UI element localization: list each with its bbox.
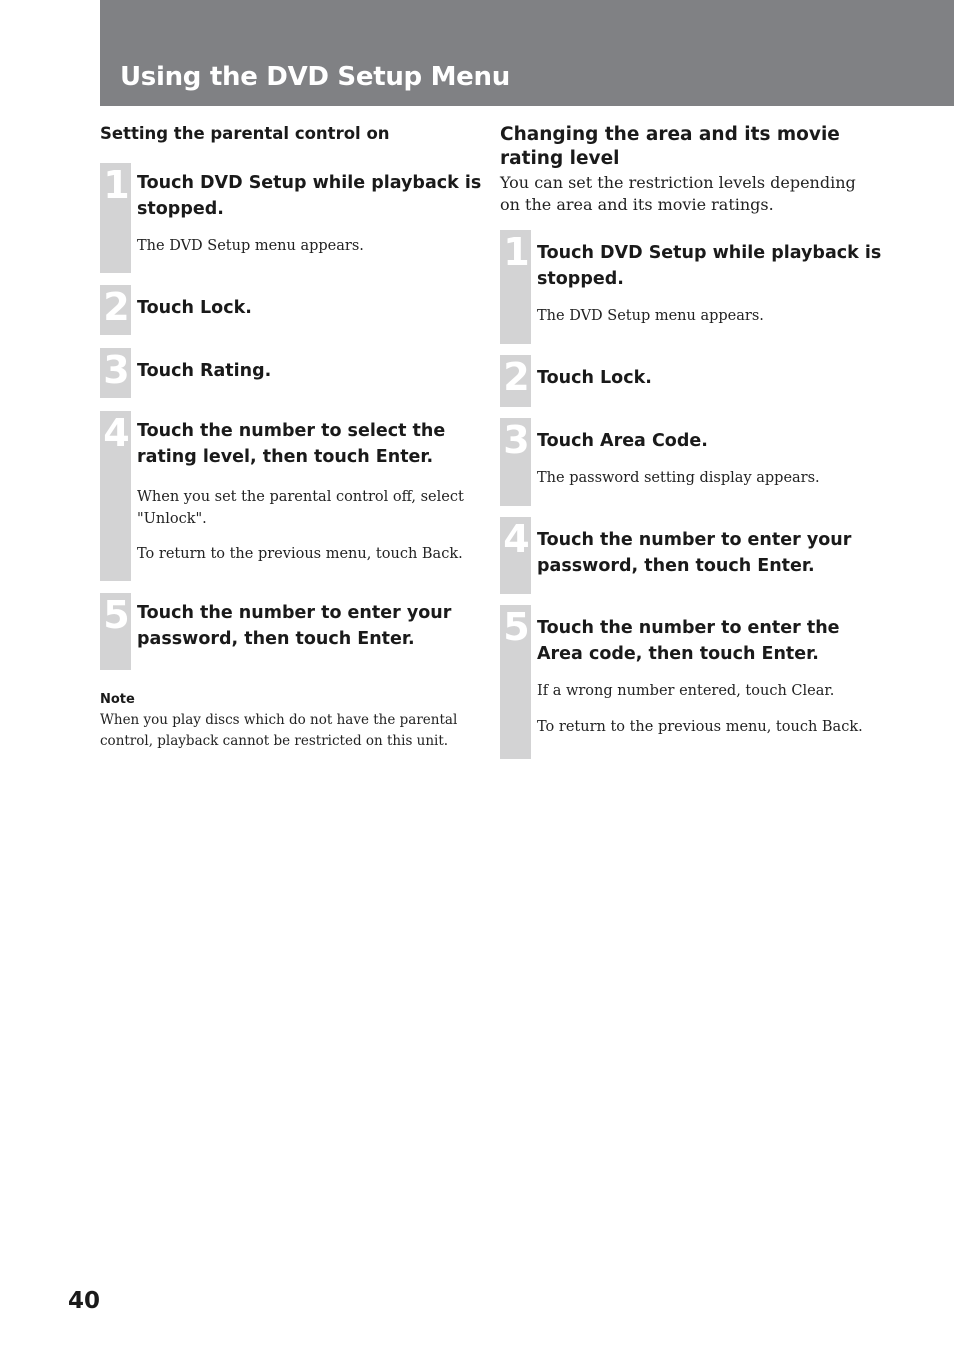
- step-title: Touch the number to enter the Area code,…: [537, 618, 840, 664]
- step-number: 4: [503, 517, 530, 561]
- step-title: Touch the number to select the rating le…: [137, 421, 446, 467]
- step-number: 3: [103, 348, 130, 392]
- step-number: 4: [103, 411, 130, 455]
- step-number: 1: [503, 230, 530, 274]
- step-3: 3 Touch Area Code. The password setting …: [500, 418, 880, 506]
- note-text: When you play discs which do not have th…: [100, 712, 458, 749]
- step-detail: When you set the parental control off, s…: [137, 489, 464, 527]
- step-title: Touch Lock.: [537, 368, 652, 388]
- step-2: 2 Touch Lock.: [100, 285, 480, 335]
- page-number: 40: [68, 1288, 101, 1314]
- step-title: Touch the number to enter your password,…: [537, 530, 852, 576]
- step-detail: If a wrong number entered, touch Clear.: [537, 683, 835, 699]
- step-detail: To return to the previous menu, touch Ba…: [137, 546, 463, 562]
- section-heading-area-rating: Changing the area and its movie rating l…: [500, 124, 840, 169]
- step-title: Touch Lock.: [137, 298, 252, 318]
- step-4: 4 Touch the number to enter your passwor…: [500, 517, 880, 594]
- step-detail: The password setting display appears.: [537, 470, 820, 486]
- step-title: Touch Area Code.: [537, 431, 708, 451]
- step-number: 2: [103, 285, 130, 329]
- step-4: 4 Touch the number to select the rating …: [100, 411, 480, 581]
- header-band: Using the DVD Setup Menu: [100, 0, 954, 106]
- step-detail: The DVD Setup menu appears.: [537, 308, 764, 324]
- step-number: 3: [503, 418, 530, 462]
- step-1: 1 Touch DVD Setup while playback is stop…: [100, 163, 482, 273]
- step-3: 3 Touch Rating.: [100, 348, 480, 398]
- step-detail: To return to the previous menu, touch Ba…: [537, 719, 863, 735]
- step-title: Touch DVD Setup while playback is stoppe…: [137, 173, 482, 219]
- step-title: Touch DVD Setup while playback is stoppe…: [537, 243, 882, 289]
- note-label: Note: [100, 692, 135, 707]
- step-1: 1 Touch DVD Setup while playback is stop…: [500, 230, 882, 344]
- step-number: 5: [503, 605, 530, 649]
- step-number: 1: [103, 163, 130, 207]
- step-detail: The DVD Setup menu appears.: [137, 238, 364, 254]
- step-title: Touch the number to enter your password,…: [137, 603, 452, 649]
- step-title: Touch Rating.: [137, 361, 272, 381]
- step-number: 2: [503, 355, 530, 399]
- section-intro: You can set the restriction levels depen…: [500, 173, 856, 214]
- step-5: 5 Touch the number to enter the Area cod…: [500, 605, 880, 759]
- step-number: 5: [103, 593, 130, 637]
- step-5: 5 Touch the number to enter your passwor…: [100, 593, 480, 670]
- step-2: 2 Touch Lock.: [500, 355, 880, 407]
- page-title: Using the DVD Setup Menu: [120, 62, 510, 92]
- section-heading-parental-control: Setting the parental control on: [100, 124, 390, 143]
